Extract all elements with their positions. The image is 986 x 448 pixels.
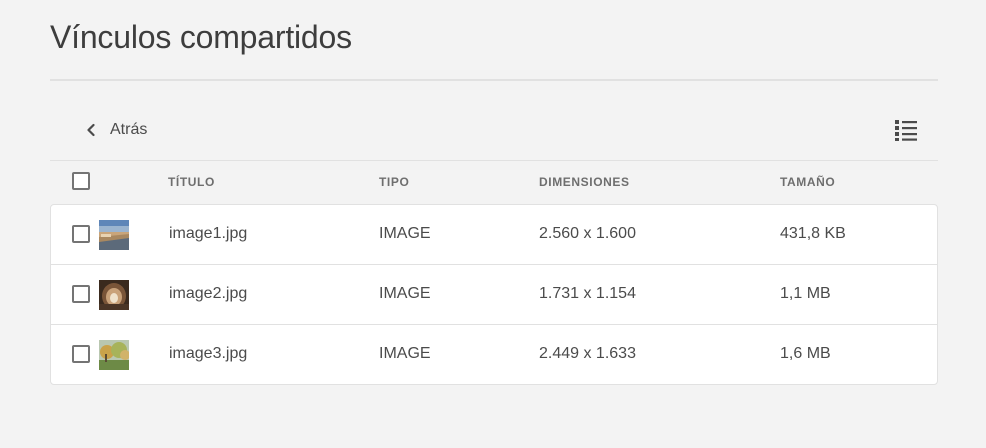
title-divider [50,79,938,81]
image-thumbnail [99,280,129,310]
header-divider [50,160,938,161]
file-type: IMAGE [379,225,431,242]
file-dimensions: 2.449 x 1.633 [539,345,636,362]
file-type: IMAGE [379,285,431,302]
file-type: IMAGE [379,345,431,362]
column-header-dimensions[interactable]: DIMENSIONES [539,175,630,189]
file-dimensions: 2.560 x 1.600 [539,225,636,242]
row-checkbox[interactable] [72,225,90,243]
image-thumbnail [99,220,129,250]
column-header-title[interactable]: TÍTULO [168,175,215,189]
back-button[interactable]: Atrás [86,110,147,150]
row-checkbox[interactable] [72,345,90,363]
list-view-icon[interactable] [894,118,918,142]
back-label: Atrás [110,121,148,138]
file-name[interactable]: image3.jpg [169,345,247,363]
file-name[interactable]: image2.jpg [169,285,247,303]
chevron-left-icon [86,123,96,137]
file-dimensions: 1.731 x 1.154 [539,285,636,302]
page-title: Vínculos compartidos [50,19,352,55]
row-checkbox[interactable] [72,285,90,303]
toolbar: Atrás [50,110,938,150]
column-header-type[interactable]: TIPO [379,175,409,189]
file-size: 1,1 MB [780,285,831,302]
file-size: 431,8 KB [780,225,846,242]
table-body: image1.jpg IMAGE 2.560 x 1.600 431,8 KB … [50,204,938,385]
table-row[interactable]: image3.jpg IMAGE 2.449 x 1.633 1,6 MB [51,325,937,384]
image-thumbnail [99,340,129,370]
column-header-size[interactable]: TAMAÑO [780,175,835,189]
file-name[interactable]: image1.jpg [169,225,247,243]
table-row[interactable]: image2.jpg IMAGE 1.731 x 1.154 1,1 MB [51,265,937,325]
table-header: TÍTULO TIPO DIMENSIONES TAMAÑO [50,162,938,202]
select-all-checkbox[interactable] [72,172,90,190]
file-size: 1,6 MB [780,345,831,362]
table-row[interactable]: image1.jpg IMAGE 2.560 x 1.600 431,8 KB [51,205,937,265]
